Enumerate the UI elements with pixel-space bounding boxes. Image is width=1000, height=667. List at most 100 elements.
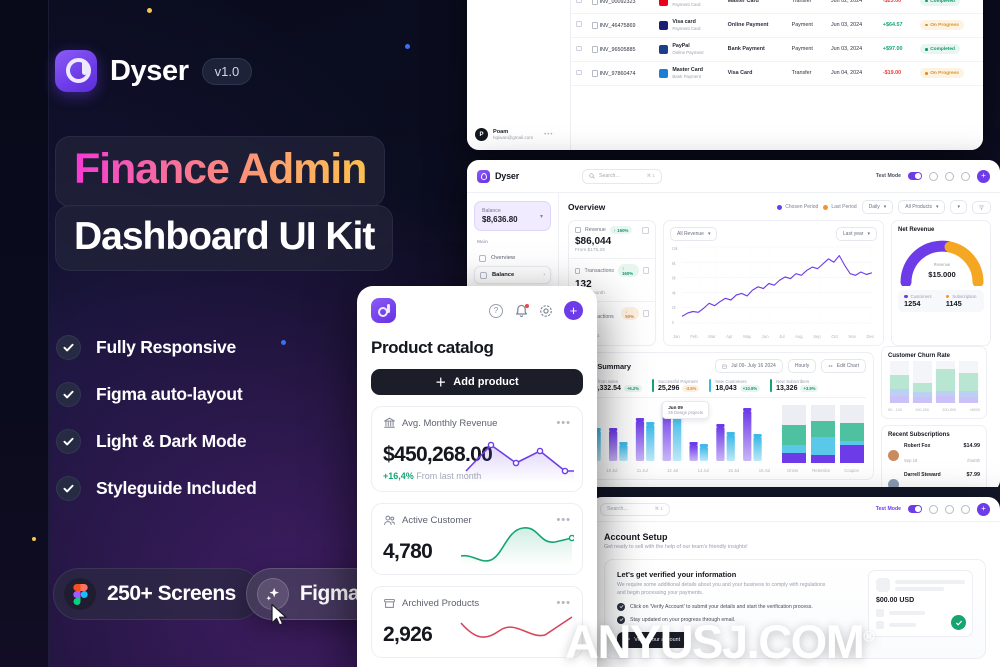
search-shortcut: ⌘ 1 bbox=[646, 173, 655, 178]
more-select[interactable]: ▾ bbox=[950, 200, 967, 214]
granularity-select[interactable]: Daily ▾ bbox=[861, 200, 894, 214]
search-input[interactable]: Search... ⌘ 1 bbox=[582, 168, 662, 184]
brand-row: Dyser v1.0 bbox=[55, 50, 253, 92]
version-badge: v1.0 bbox=[201, 57, 253, 85]
dyser-logo-icon bbox=[55, 50, 97, 92]
date-range-select[interactable]: Jul 09- July 16 2024 bbox=[715, 359, 783, 373]
search-input[interactable]: Search... ⌘ 1 bbox=[600, 502, 670, 516]
add-button[interactable]: + bbox=[977, 169, 990, 183]
add-button[interactable]: + bbox=[977, 502, 990, 516]
gauge-value: $15.000 bbox=[928, 270, 955, 279]
sidebar-item-balance[interactable]: Balance › bbox=[474, 266, 551, 284]
table-row[interactable]: INV_97860474 Master Card Bank Payment Visa … bbox=[571, 61, 983, 86]
card-brand-icon bbox=[659, 68, 669, 78]
table-row[interactable]: INV_00092323Master CardPayment CardMaste… bbox=[571, 0, 983, 14]
bell-icon[interactable] bbox=[945, 171, 954, 181]
feature-label: Figma auto-layout bbox=[96, 384, 243, 404]
net-revenue-gauge: Revenue $15.000 bbox=[900, 240, 984, 286]
x-tick: Retention bbox=[812, 468, 831, 473]
add-button[interactable]: + bbox=[564, 301, 583, 320]
x-tick: 200-500 bbox=[942, 408, 957, 412]
add-product-button[interactable]: ＋ Add product bbox=[371, 369, 583, 395]
subscriptions-title: Recent Subscriptions bbox=[888, 432, 950, 438]
chart-summary-header: Chart Summary Jul 09- July 16 2024 Hourl… bbox=[576, 359, 866, 373]
cell-date: Jun 03, 2024 bbox=[825, 37, 878, 62]
test-mode-toggle[interactable] bbox=[908, 172, 922, 180]
sidebar-item-overview[interactable]: Overview bbox=[474, 250, 551, 266]
more-icon[interactable]: ••• bbox=[556, 418, 571, 428]
x-tick: Nov bbox=[848, 334, 856, 339]
svg-text:10k: 10k bbox=[672, 246, 678, 251]
bar-tooltip: Jun 09 25 Design projects bbox=[662, 401, 709, 419]
gear-icon[interactable] bbox=[539, 304, 553, 318]
help-icon[interactable]: ? bbox=[489, 303, 503, 318]
churn-x-axis: 50 - 100 100-200 200-500 >$500 bbox=[888, 408, 980, 412]
search-icon bbox=[589, 173, 595, 179]
table-body: INV_00092323Master CardPayment CardMaste… bbox=[571, 0, 983, 86]
x-tick: Apr bbox=[726, 334, 733, 339]
row-checkbox[interactable] bbox=[576, 45, 582, 52]
row-checkbox[interactable] bbox=[576, 21, 582, 27]
gear-icon[interactable] bbox=[961, 504, 970, 514]
archive-icon bbox=[384, 598, 395, 608]
test-mode-label: Test Mode bbox=[875, 173, 901, 179]
kpi-cell[interactable]: Revenue ↑ 160% $86,044 From $175,26 bbox=[569, 221, 655, 259]
cell-method: Visa Card bbox=[722, 61, 787, 86]
subscription-amount: $14.99 bbox=[963, 443, 981, 449]
products-select[interactable]: All Products ▾ bbox=[898, 200, 946, 214]
revenue-series-select[interactable]: All Revenue ▾ bbox=[670, 227, 718, 241]
stat-label: New Subscribers bbox=[776, 379, 810, 384]
expand-icon[interactable] bbox=[642, 267, 649, 274]
select-value: All Products bbox=[905, 204, 932, 210]
verification-title: Let's get verified your information bbox=[617, 570, 737, 579]
verified-badge-icon bbox=[951, 615, 966, 630]
revenue-period-select[interactable]: Last year ▾ bbox=[835, 227, 877, 241]
balance-card[interactable]: Balance $8,636.80 ▾ bbox=[474, 201, 551, 231]
check-icon bbox=[56, 476, 81, 501]
screens-count-pill[interactable]: 250+ Screens bbox=[53, 568, 262, 620]
filter-button[interactable] bbox=[972, 200, 991, 214]
gear-icon[interactable] bbox=[961, 171, 970, 181]
users-icon bbox=[384, 515, 395, 526]
mouse-cursor-icon bbox=[270, 603, 290, 633]
help-icon[interactable] bbox=[929, 504, 938, 514]
add-product-label: Add product bbox=[453, 376, 519, 388]
test-mode-toggle[interactable] bbox=[908, 505, 922, 513]
revenue-line-chart: 10k 8k 6k 4k 2k 0 bbox=[672, 246, 873, 325]
topbar-actions: Test Mode + bbox=[875, 169, 990, 183]
edit-icon: ⚏ bbox=[828, 363, 833, 369]
watermark-mark: ® bbox=[863, 628, 874, 646]
help-icon[interactable] bbox=[929, 171, 938, 181]
table-row[interactable]: INV_96505885 PayPal Online Payment Bank Pay… bbox=[571, 37, 983, 62]
more-icon[interactable]: ••• bbox=[544, 132, 553, 138]
cell-date: Jun 04, 2024 bbox=[825, 61, 878, 86]
title-band-secondary: Dashboard UI Kit bbox=[55, 205, 394, 272]
placeholder-avatar bbox=[876, 578, 890, 592]
bar-chart-x-axis: 9 Jul10 Jul11 Jul12 Jul14 Jul15 Jul16 Ju… bbox=[576, 468, 772, 473]
feature-item: Figma auto-layout bbox=[56, 382, 257, 407]
search-placeholder: Search... bbox=[599, 173, 620, 179]
expand-icon[interactable] bbox=[642, 310, 649, 317]
bell-icon[interactable] bbox=[514, 303, 529, 318]
stat-delta: +3.9% bbox=[800, 385, 819, 392]
granularity-button[interactable]: Hourly bbox=[787, 359, 817, 373]
row-checkbox[interactable] bbox=[576, 0, 582, 3]
user-email: hqiwan@gmail.com bbox=[493, 135, 534, 140]
legend-last-period: Last Period bbox=[823, 204, 857, 210]
table-row[interactable]: INV_46475869 Visa card Payment Card Online … bbox=[571, 13, 983, 38]
metric-card-revenue[interactable]: Avg. Monthly Revenue ••• $450,268.00 +16… bbox=[371, 406, 583, 492]
list-item[interactable]: Robert Fox Sep 18 $14.99/month bbox=[888, 443, 980, 467]
more-icon[interactable]: ••• bbox=[556, 598, 571, 608]
user-profile-row[interactable]: P Poam hqiwan@gmail.com ••• bbox=[475, 128, 553, 141]
cell-invoice: INV_00092323 bbox=[587, 0, 655, 14]
bell-icon[interactable] bbox=[945, 504, 954, 514]
edit-chart-button[interactable]: ⚏ Edit Chart bbox=[821, 359, 866, 373]
search-shortcut: ⌘ 1 bbox=[654, 506, 663, 511]
gauge-label: Revenue bbox=[934, 262, 951, 267]
metric-card-archived[interactable]: Archived Products ••• 2,926 bbox=[371, 586, 583, 658]
cell-category: Transfer bbox=[786, 0, 826, 14]
metric-card-customers[interactable]: Active Customer ••• 4,780 bbox=[371, 503, 583, 575]
subscriptions-list: Robert Fox Sep 18 $14.99/month Darrell Stew… bbox=[888, 443, 980, 492]
expand-icon[interactable] bbox=[642, 226, 649, 234]
row-checkbox[interactable] bbox=[576, 69, 582, 76]
